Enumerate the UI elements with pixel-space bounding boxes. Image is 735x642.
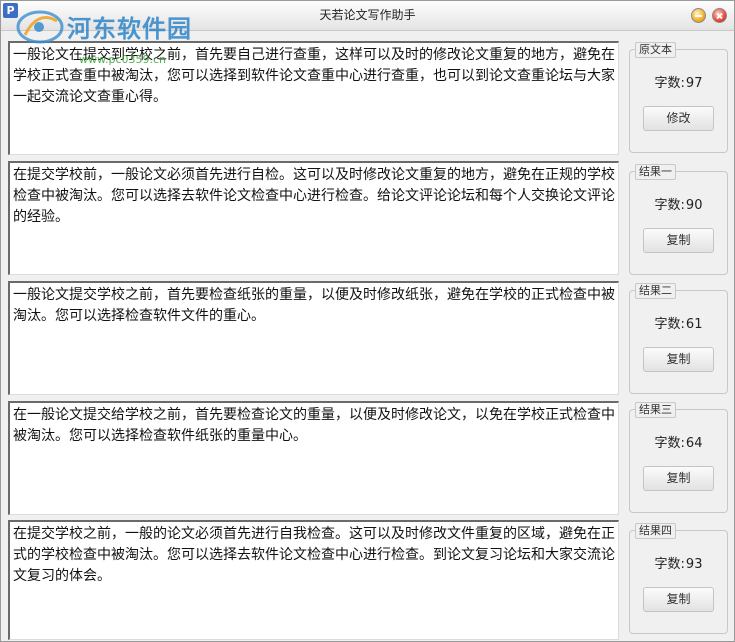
word-count: 字数:97 xyxy=(630,72,727,91)
modify-button[interactable]: 修改 xyxy=(643,106,714,131)
minimize-button[interactable] xyxy=(691,8,706,23)
word-count-value: 97 xyxy=(685,76,703,91)
result-3-group: 结果三 字数:64 复制 xyxy=(629,402,728,513)
word-count: 字数:64 xyxy=(630,432,727,451)
word-count-value: 90 xyxy=(685,198,703,213)
result-4-group: 结果四 字数:93 复制 xyxy=(629,523,728,634)
copy-button-2[interactable]: 复制 xyxy=(643,347,714,372)
word-count-value: 64 xyxy=(685,436,703,451)
original-text-area[interactable]: 一般论文在提交到学校之前，首先要自己进行查重，这样可以及时的修改论文重复的地方，… xyxy=(8,41,619,155)
copy-button-4[interactable]: 复制 xyxy=(643,587,714,612)
word-count-label: 字数: xyxy=(654,76,685,91)
result-1-text-area[interactable]: 在提交学校前，一般论文必须首先进行自检。这可以及时修改论文重复的地方，避免在正规… xyxy=(8,161,619,275)
word-count-label: 字数: xyxy=(654,557,685,572)
title-bar[interactable]: P 天若论文写作助手 xyxy=(1,1,734,31)
minimize-icon xyxy=(695,15,702,17)
word-count: 字数:61 xyxy=(630,313,727,332)
app-window: P 天若论文写作助手 河东软件园 www.pc0359.cn 一般论文在提交到学… xyxy=(0,0,735,642)
close-button[interactable] xyxy=(712,8,727,23)
group-label: 结果一 xyxy=(635,164,676,180)
word-count-value: 93 xyxy=(685,557,703,572)
group-label: 结果四 xyxy=(635,523,676,539)
word-count: 字数:93 xyxy=(630,553,727,572)
word-count-value: 61 xyxy=(685,317,703,332)
word-count-label: 字数: xyxy=(654,317,685,332)
word-count: 字数:90 xyxy=(630,194,727,213)
group-label: 结果三 xyxy=(635,402,676,418)
result-4-text-area[interactable]: 在提交学校之前，一般的论文必须首先进行自我检查。这可以及时修改文件重复的区域，避… xyxy=(8,520,619,640)
copy-button-1[interactable]: 复制 xyxy=(643,228,714,253)
result-3-text-area[interactable]: 在一般论文提交给学校之前，首先要检查论文的重量，以便及时修改论文，以免在学校正式… xyxy=(8,401,619,515)
result-2-text-area[interactable]: 一般论文提交学校之前，首先要检查纸张的重量，以便及时修改纸张，避免在学校的正式检… xyxy=(8,281,619,395)
copy-button-3[interactable]: 复制 xyxy=(643,466,714,491)
group-label: 原文本 xyxy=(635,42,676,58)
word-count-label: 字数: xyxy=(654,198,685,213)
result-2-group: 结果二 字数:61 复制 xyxy=(629,283,728,394)
result-1-group: 结果一 字数:90 复制 xyxy=(629,164,728,275)
word-count-label: 字数: xyxy=(654,436,685,451)
original-group: 原文本 字数:97 修改 xyxy=(629,42,728,153)
window-title: 天若论文写作助手 xyxy=(319,8,416,22)
group-label: 结果二 xyxy=(635,283,676,299)
